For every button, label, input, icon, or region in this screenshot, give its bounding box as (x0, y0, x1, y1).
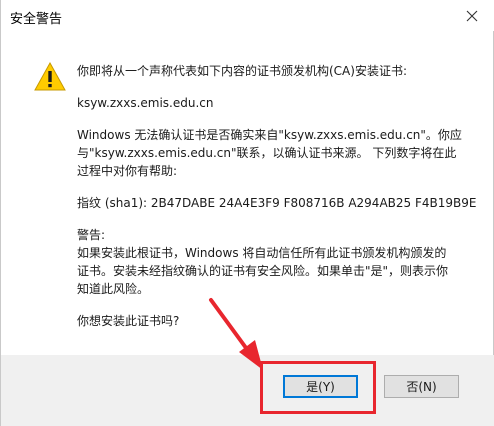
no-button[interactable]: 否(N) (384, 375, 459, 398)
message-content: 你即将从一个声称代表如下内容的证书颁发机构(CA)安装证书: ksyw.zxxs… (77, 62, 477, 330)
warn-line-2: 证书。安装未经指纹确认的证书有安全风险。如果单击"是"，则表示你 (77, 264, 449, 278)
intro-text: 你即将从一个声称代表如下内容的证书颁发机构(CA)安装证书: (77, 64, 407, 78)
ca-domain: ksyw.zxxs.emis.edu.cn (77, 96, 214, 110)
warn-line-1: 如果安装此根证书，Windows 将自动信任所有此证书颁发机构颁发的 (77, 246, 447, 260)
thumbprint: 指纹 (sha1): 2B47DABE 24A4E3F9 F808716B A2… (77, 196, 477, 210)
warn-line-3: 知道此风险。 (77, 282, 150, 296)
close-button[interactable] (449, 0, 494, 31)
title-bar: 安全警告 (1, 0, 494, 31)
warning-label: 警告: (77, 228, 106, 242)
question-text: 你想安装此证书吗? (77, 314, 180, 328)
body-line-3: 过程中对你有帮助: (77, 164, 178, 178)
body-line-2: 与"ksyw.zxxs.emis.edu.cn"联系，以确认证书来源。 下列数字… (77, 146, 457, 160)
no-button-label: 否(N) (406, 380, 437, 394)
warning-icon (34, 62, 66, 91)
body-line-1: Windows 无法确认证书是否确实来自"ksyw.zxxs.emis.edu.… (77, 128, 462, 142)
security-warning-dialog: 安全警告 你即将从一个声称代表如下内容的证书颁发机构(CA)安装证书: ksyw… (0, 0, 494, 426)
window-title: 安全警告 (10, 12, 63, 27)
annotation-highlight-box (260, 361, 376, 414)
close-icon (466, 10, 478, 21)
